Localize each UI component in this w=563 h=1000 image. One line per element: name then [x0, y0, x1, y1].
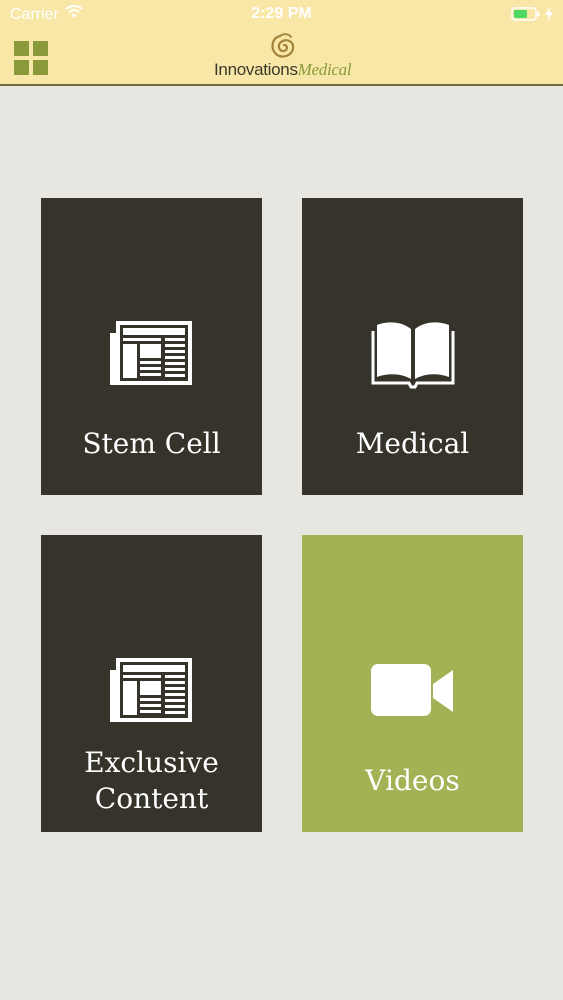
tile-stem-cell[interactable]: Stem Cell: [41, 198, 262, 495]
logo-text-medical: Medical: [297, 60, 352, 79]
tile-label: Medical: [355, 427, 470, 460]
tile-label: Videos: [365, 764, 460, 797]
grid-icon: [14, 41, 48, 75]
battery-icon: [511, 7, 541, 26]
video-camera-icon: [371, 664, 453, 716]
newspaper-icon: [110, 658, 192, 722]
tile-videos[interactable]: Videos: [302, 535, 523, 832]
swirl-logo-icon: [271, 33, 295, 58]
tile-label-line-2: Content: [94, 782, 209, 815]
tile-medical[interactable]: Medical: [302, 198, 523, 495]
app-logo: InnovationsMedical: [210, 32, 360, 84]
status-bar: Carrier 2:29 PM: [0, 0, 563, 30]
logo-text-innovations: Innovations: [214, 60, 298, 79]
book-icon: [371, 322, 455, 389]
newspaper-icon: [110, 321, 192, 385]
logo-wordmark: InnovationsMedical: [214, 60, 352, 80]
status-time: 2:29 PM: [251, 5, 312, 22]
status-right: [511, 7, 553, 26]
nav-bar: InnovationsMedical: [0, 30, 563, 86]
menu-button[interactable]: [14, 41, 48, 75]
tile-exclusive-content[interactable]: Exclusive Content: [41, 535, 262, 832]
tile-label-line-1: Exclusive: [84, 746, 219, 779]
tile-label: Stem Cell: [82, 427, 221, 460]
charging-icon: [545, 7, 553, 26]
